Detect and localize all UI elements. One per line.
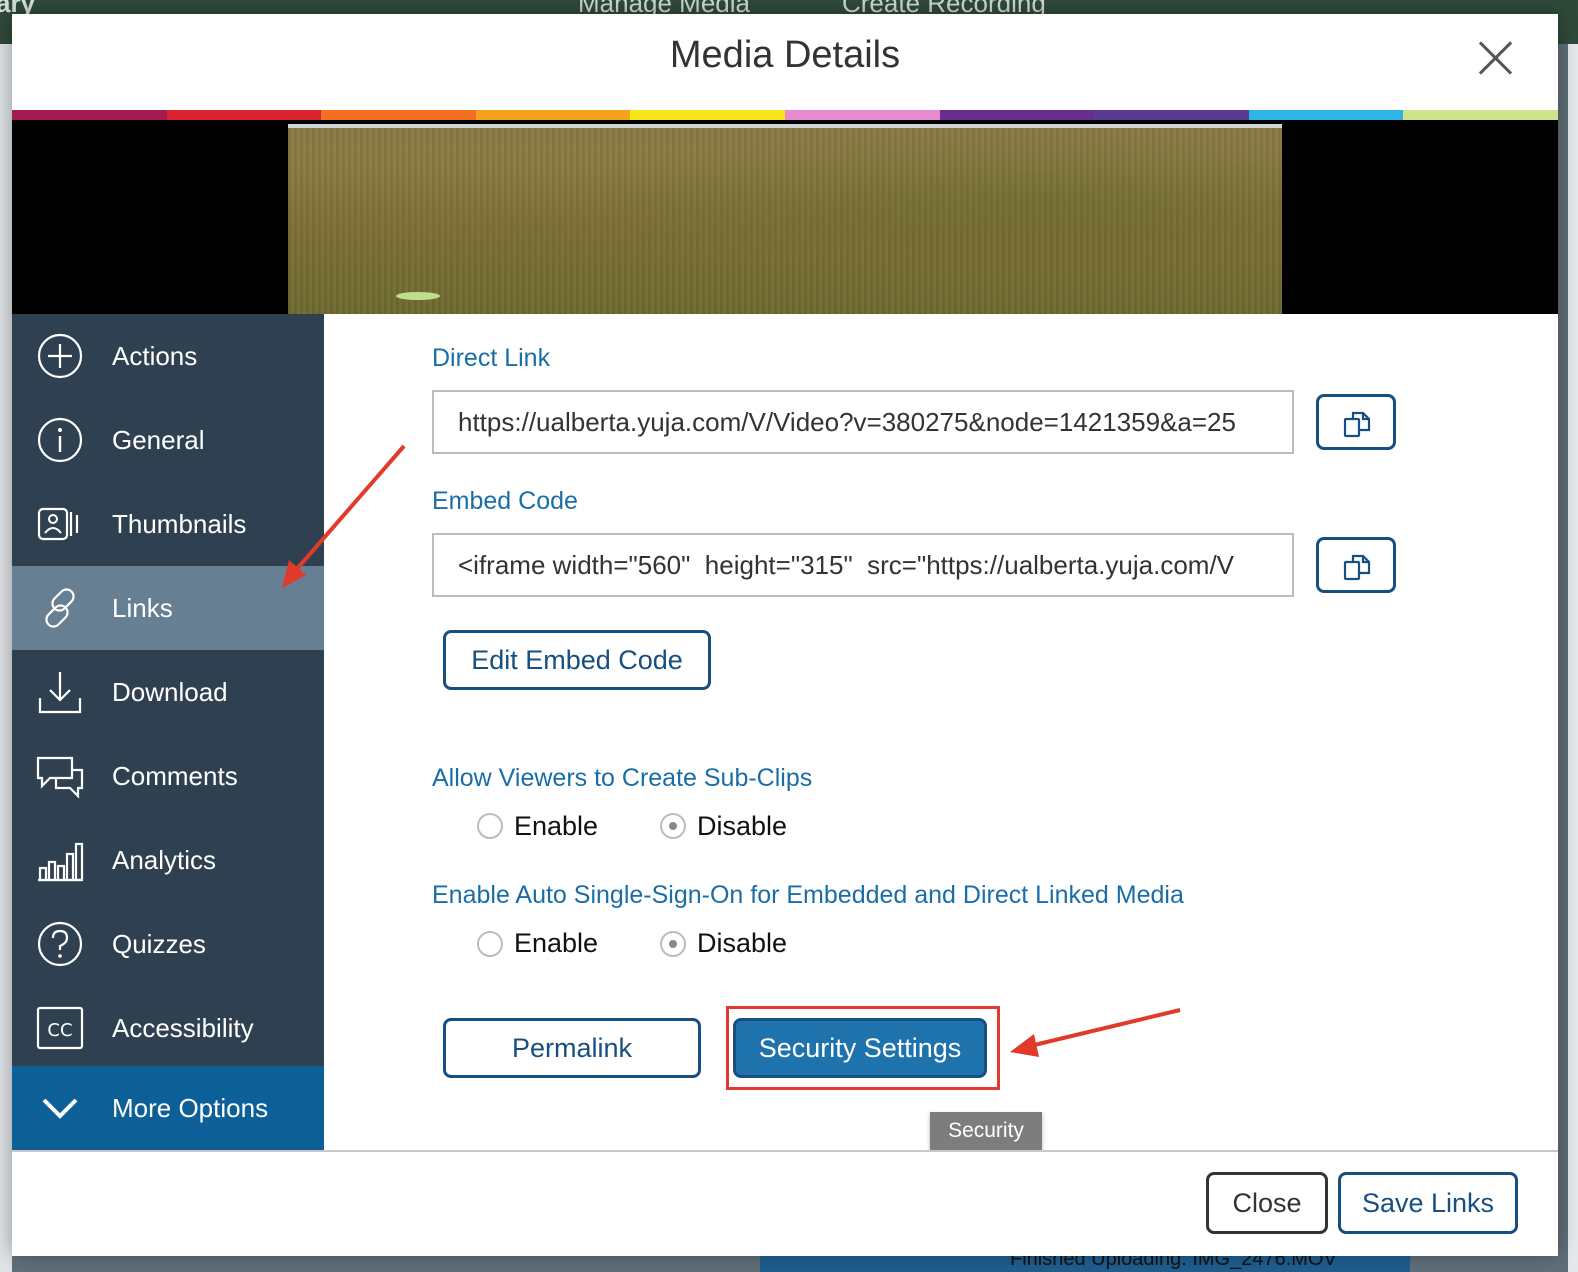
sidebar-item-label: Thumbnails xyxy=(112,508,247,539)
security-tooltip: Security xyxy=(930,1112,1042,1150)
sidebar-item-actions[interactable]: Actions xyxy=(12,314,324,398)
sso-enable-label: Enable xyxy=(514,928,599,958)
comments-icon xyxy=(36,752,84,800)
embed-code-field[interactable] xyxy=(432,533,1294,597)
sso-disable-radio[interactable] xyxy=(660,931,686,957)
edit-embed-code-button[interactable]: Edit Embed Code xyxy=(443,630,711,690)
direct-link-label: Direct Link xyxy=(432,344,551,372)
rainbow-segment xyxy=(166,110,322,120)
bar-chart-icon xyxy=(36,836,84,884)
sidebar-item-label: Actions xyxy=(112,340,198,371)
sidebar-item-links[interactable]: Links xyxy=(12,566,324,650)
rainbow-segment xyxy=(939,110,1095,120)
sidebar-item-label: Analytics xyxy=(112,844,217,875)
modal-header: Media Details xyxy=(12,14,1558,110)
download-icon xyxy=(36,668,84,716)
sidebar: Actions General Thumbnails Links Downloa… xyxy=(12,314,324,1150)
copy-embed-code-button[interactable] xyxy=(1316,537,1396,593)
copy-icon xyxy=(1343,411,1371,438)
sidebar-item-download[interactable]: Download xyxy=(12,650,324,734)
field-horizon xyxy=(288,124,1282,128)
sidebar-item-label: Accessibility xyxy=(112,1012,254,1043)
subclips-enable-label: Enable xyxy=(514,811,599,841)
rainbow-segment xyxy=(12,110,167,120)
sso-label: Enable Auto Single-Sign-On for Embedded … xyxy=(432,881,1184,909)
sidebar-item-quizzes[interactable]: Quizzes xyxy=(12,902,324,986)
sidebar-item-label: Quizzes xyxy=(112,928,206,959)
sidebar-item-general[interactable]: General xyxy=(12,398,324,482)
sso-disable-label: Disable xyxy=(697,928,788,958)
plus-circle-icon xyxy=(36,332,84,380)
sidebar-item-label: Links xyxy=(112,592,173,623)
rainbow-segment xyxy=(784,110,940,120)
sidebar-item-label: Comments xyxy=(112,760,238,791)
video-frame xyxy=(288,124,1282,314)
subclips-enable-radio[interactable] xyxy=(477,813,503,839)
rainbow-segment xyxy=(1248,110,1404,120)
rainbow-segment xyxy=(475,110,631,120)
sidebar-item-more-options[interactable]: More Options xyxy=(12,1066,324,1150)
annotation-highlight-box xyxy=(726,1006,1000,1090)
rainbow-divider xyxy=(12,110,1558,120)
svg-text:CC: CC xyxy=(47,1020,72,1041)
copy-icon xyxy=(1343,554,1371,581)
sidebar-item-comments[interactable]: Comments xyxy=(12,734,324,818)
links-panel: Direct Link Embed Code Edit Embed Code A… xyxy=(324,314,1558,1150)
background-right-panel xyxy=(1568,44,1578,1272)
subclips-label: Allow Viewers to Create Sub-Clips xyxy=(432,764,813,792)
modal-title: Media Details xyxy=(669,34,901,76)
background-left-panel xyxy=(0,44,12,1272)
thumbnails-icon xyxy=(36,500,84,548)
video-preview[interactable] xyxy=(12,120,1558,314)
subclips-disable-label: Disable xyxy=(697,811,788,841)
media-details-modal: Media Details Actions General Thumbnails… xyxy=(12,14,1558,1256)
info-circle-icon xyxy=(36,416,84,464)
question-circle-icon xyxy=(36,920,84,968)
modal-footer: Close Save Links xyxy=(12,1150,1558,1256)
direct-link-field[interactable] xyxy=(432,390,1294,454)
rainbow-segment xyxy=(630,110,785,120)
save-links-button[interactable]: Save Links xyxy=(1338,1172,1518,1234)
sidebar-item-analytics[interactable]: Analytics xyxy=(12,818,324,902)
subclips-disable-radio[interactable] xyxy=(660,813,686,839)
close-button[interactable]: Close xyxy=(1206,1172,1328,1234)
sidebar-item-label: General xyxy=(112,424,205,455)
closed-captions-icon: CC xyxy=(36,1004,84,1052)
permalink-button[interactable]: Permalink xyxy=(443,1018,701,1078)
rainbow-segment xyxy=(1403,110,1558,120)
sidebar-item-label: More Options xyxy=(112,1092,269,1123)
sidebar-item-accessibility[interactable]: CC Accessibility xyxy=(12,986,324,1070)
rainbow-segment xyxy=(321,110,476,120)
sso-enable-radio[interactable] xyxy=(477,931,503,957)
chevron-down-icon xyxy=(36,1084,84,1132)
rainbow-segment xyxy=(1094,110,1249,120)
sidebar-item-thumbnails[interactable]: Thumbnails xyxy=(12,482,324,566)
close-icon[interactable] xyxy=(1474,36,1518,80)
sidebar-item-label: Download xyxy=(112,676,228,707)
embed-code-label: Embed Code xyxy=(432,487,578,515)
copy-direct-link-button[interactable] xyxy=(1316,394,1396,450)
link-icon xyxy=(36,584,84,632)
frisbee xyxy=(396,292,440,300)
